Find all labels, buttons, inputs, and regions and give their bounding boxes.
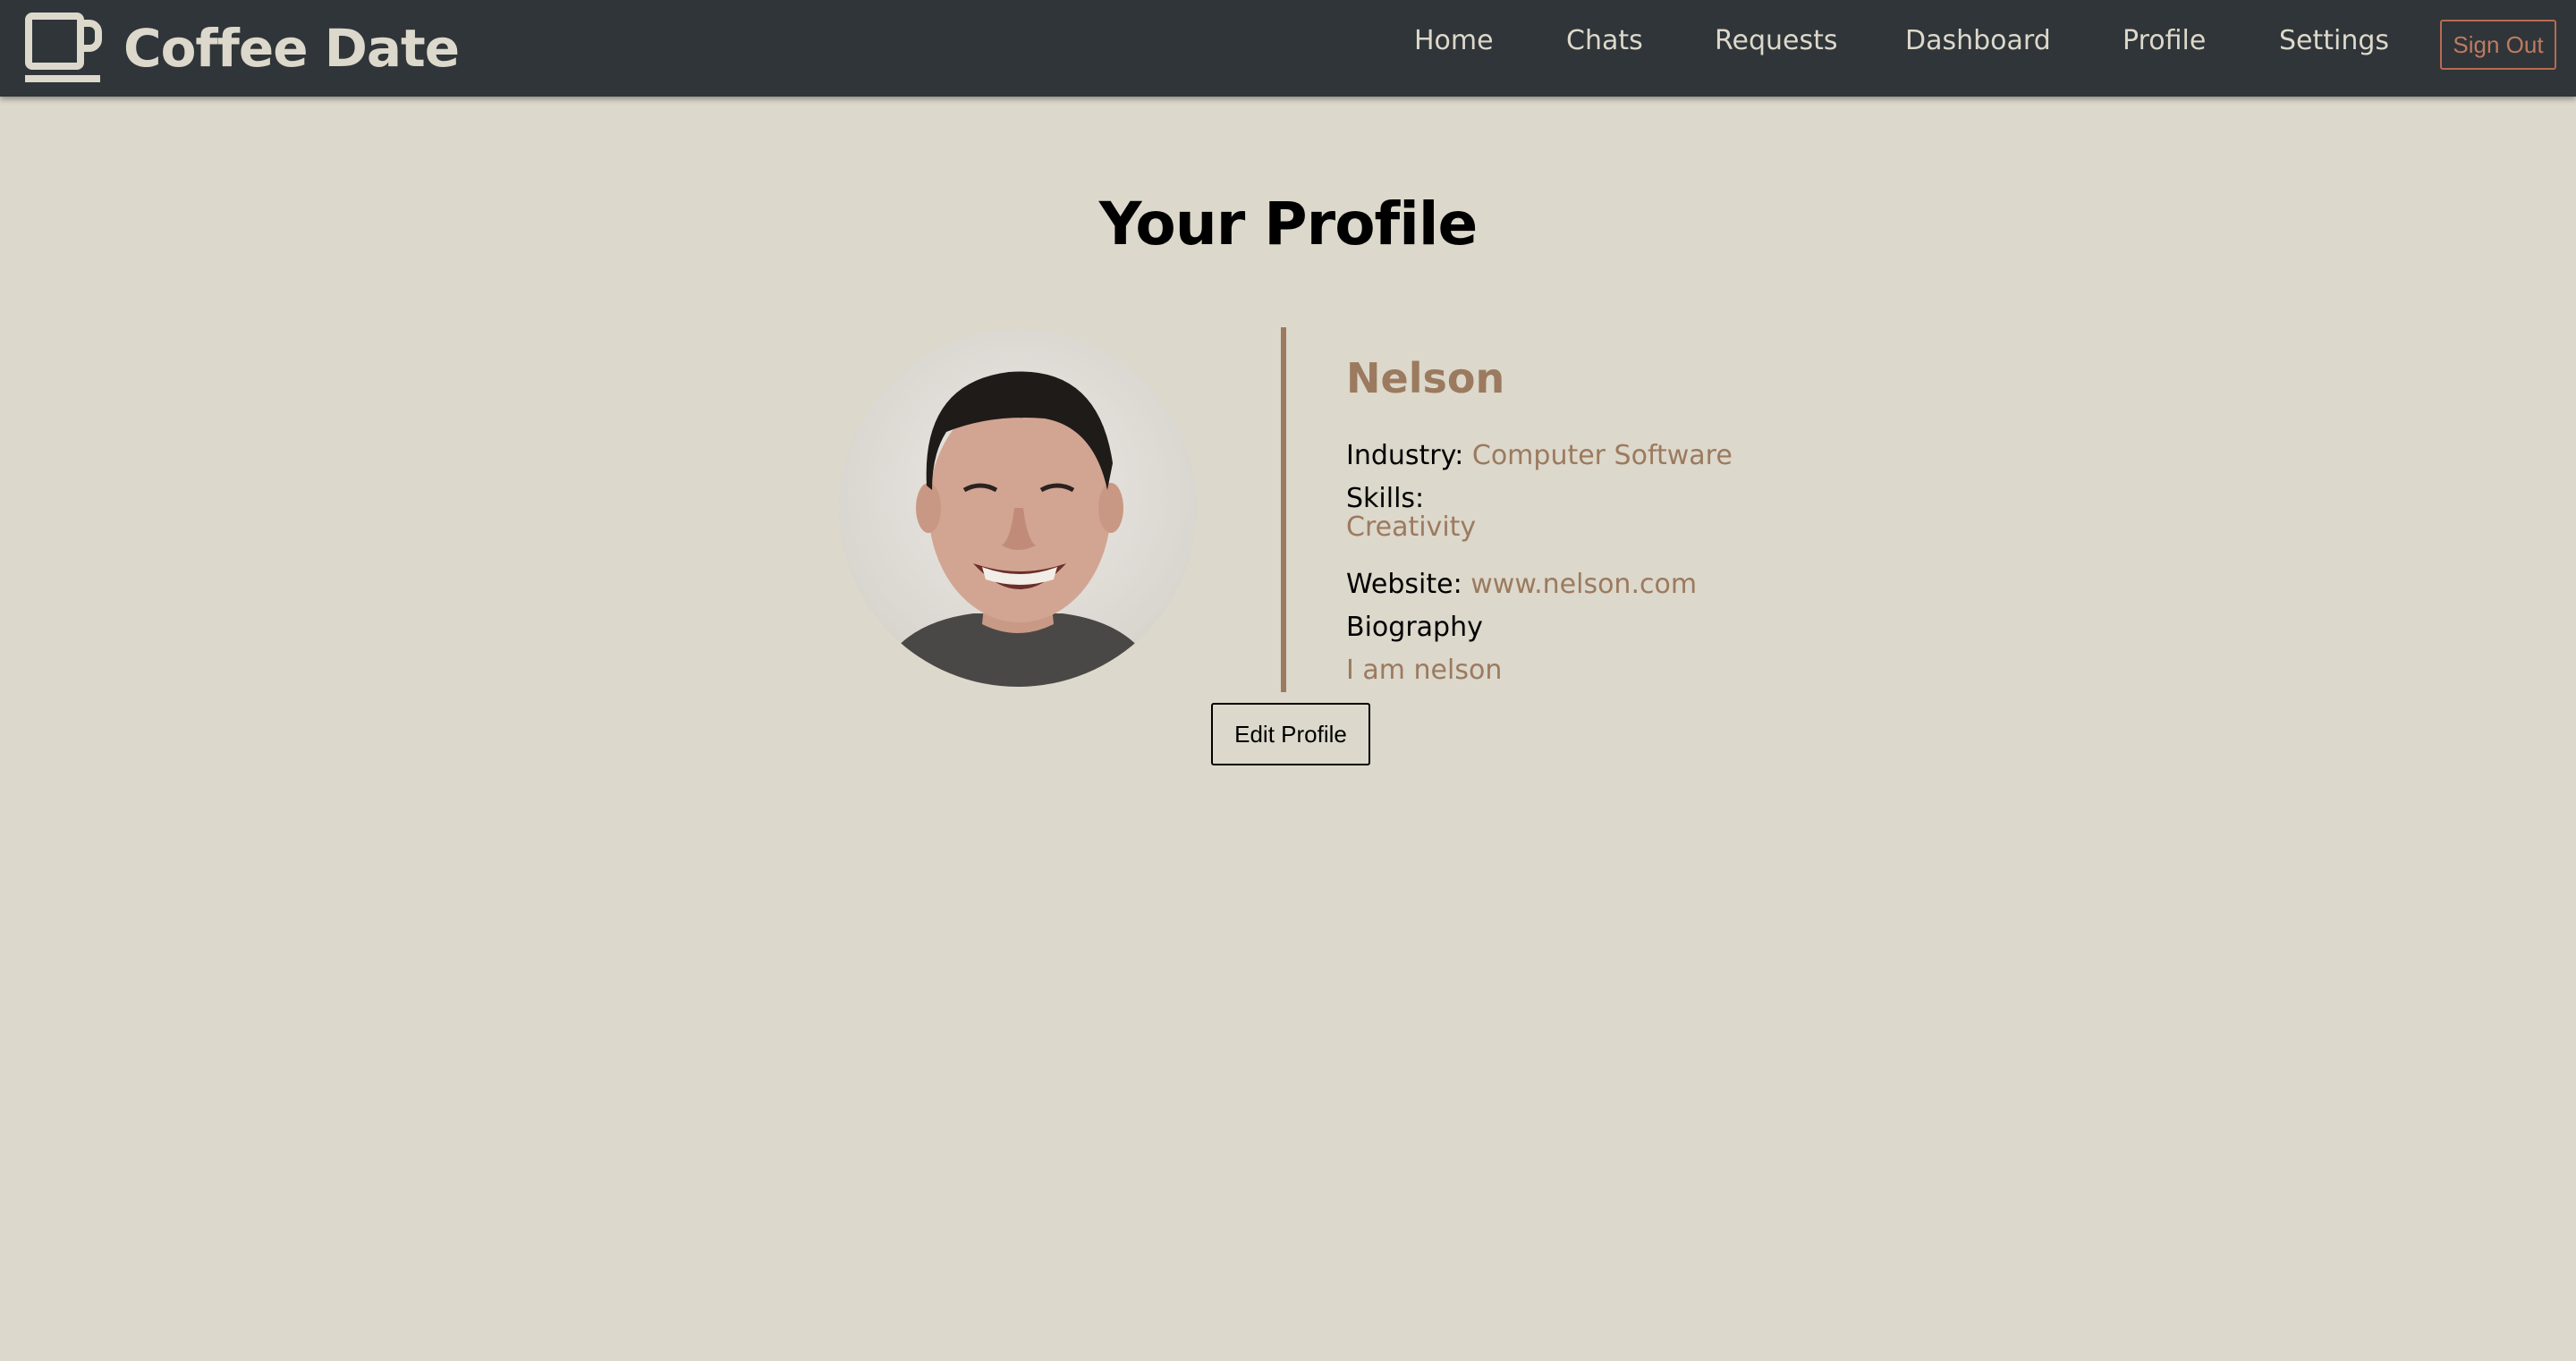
nav-item-requests[interactable]: Requests bbox=[1715, 25, 1838, 56]
brand[interactable]: Coffee Date bbox=[25, 0, 460, 97]
nav-item-dashboard[interactable]: Dashboard bbox=[1905, 25, 2051, 56]
nav-item-profile[interactable]: Profile bbox=[2123, 25, 2206, 56]
profile-divider bbox=[1281, 327, 1286, 692]
industry-value: Computer Software bbox=[1471, 440, 1733, 471]
website-label: Website: bbox=[1346, 569, 1462, 600]
skill-item: Creativity bbox=[1346, 511, 1477, 543]
website-link[interactable]: www.nelson.com bbox=[1470, 569, 1697, 600]
biography-text: I am nelson bbox=[1346, 655, 1503, 686]
sign-out-button[interactable]: Sign Out bbox=[2440, 20, 2556, 70]
top-navbar: Coffee Date Home Chats Requests Dashboar… bbox=[0, 0, 2576, 97]
profile-name: Nelson bbox=[1346, 354, 1505, 402]
nav-item-settings[interactable]: Settings bbox=[2279, 25, 2389, 56]
edit-profile-button[interactable]: Edit Profile bbox=[1211, 703, 1370, 765]
brand-title: Coffee Date bbox=[123, 18, 460, 79]
website-row: Website: www.nelson.com bbox=[1346, 569, 1697, 600]
profile-avatar bbox=[839, 329, 1197, 687]
industry-label: Industry: bbox=[1346, 440, 1464, 471]
coffee-cup-icon bbox=[25, 13, 104, 84]
biography-label: Biography bbox=[1346, 612, 1483, 643]
page-title: Your Profile bbox=[1098, 190, 1479, 258]
skills-label: Skills: bbox=[1346, 483, 1425, 514]
nav-item-chats[interactable]: Chats bbox=[1566, 25, 1643, 56]
industry-row: Industry: Computer Software bbox=[1346, 440, 1733, 471]
nav-item-home[interactable]: Home bbox=[1414, 25, 1494, 56]
